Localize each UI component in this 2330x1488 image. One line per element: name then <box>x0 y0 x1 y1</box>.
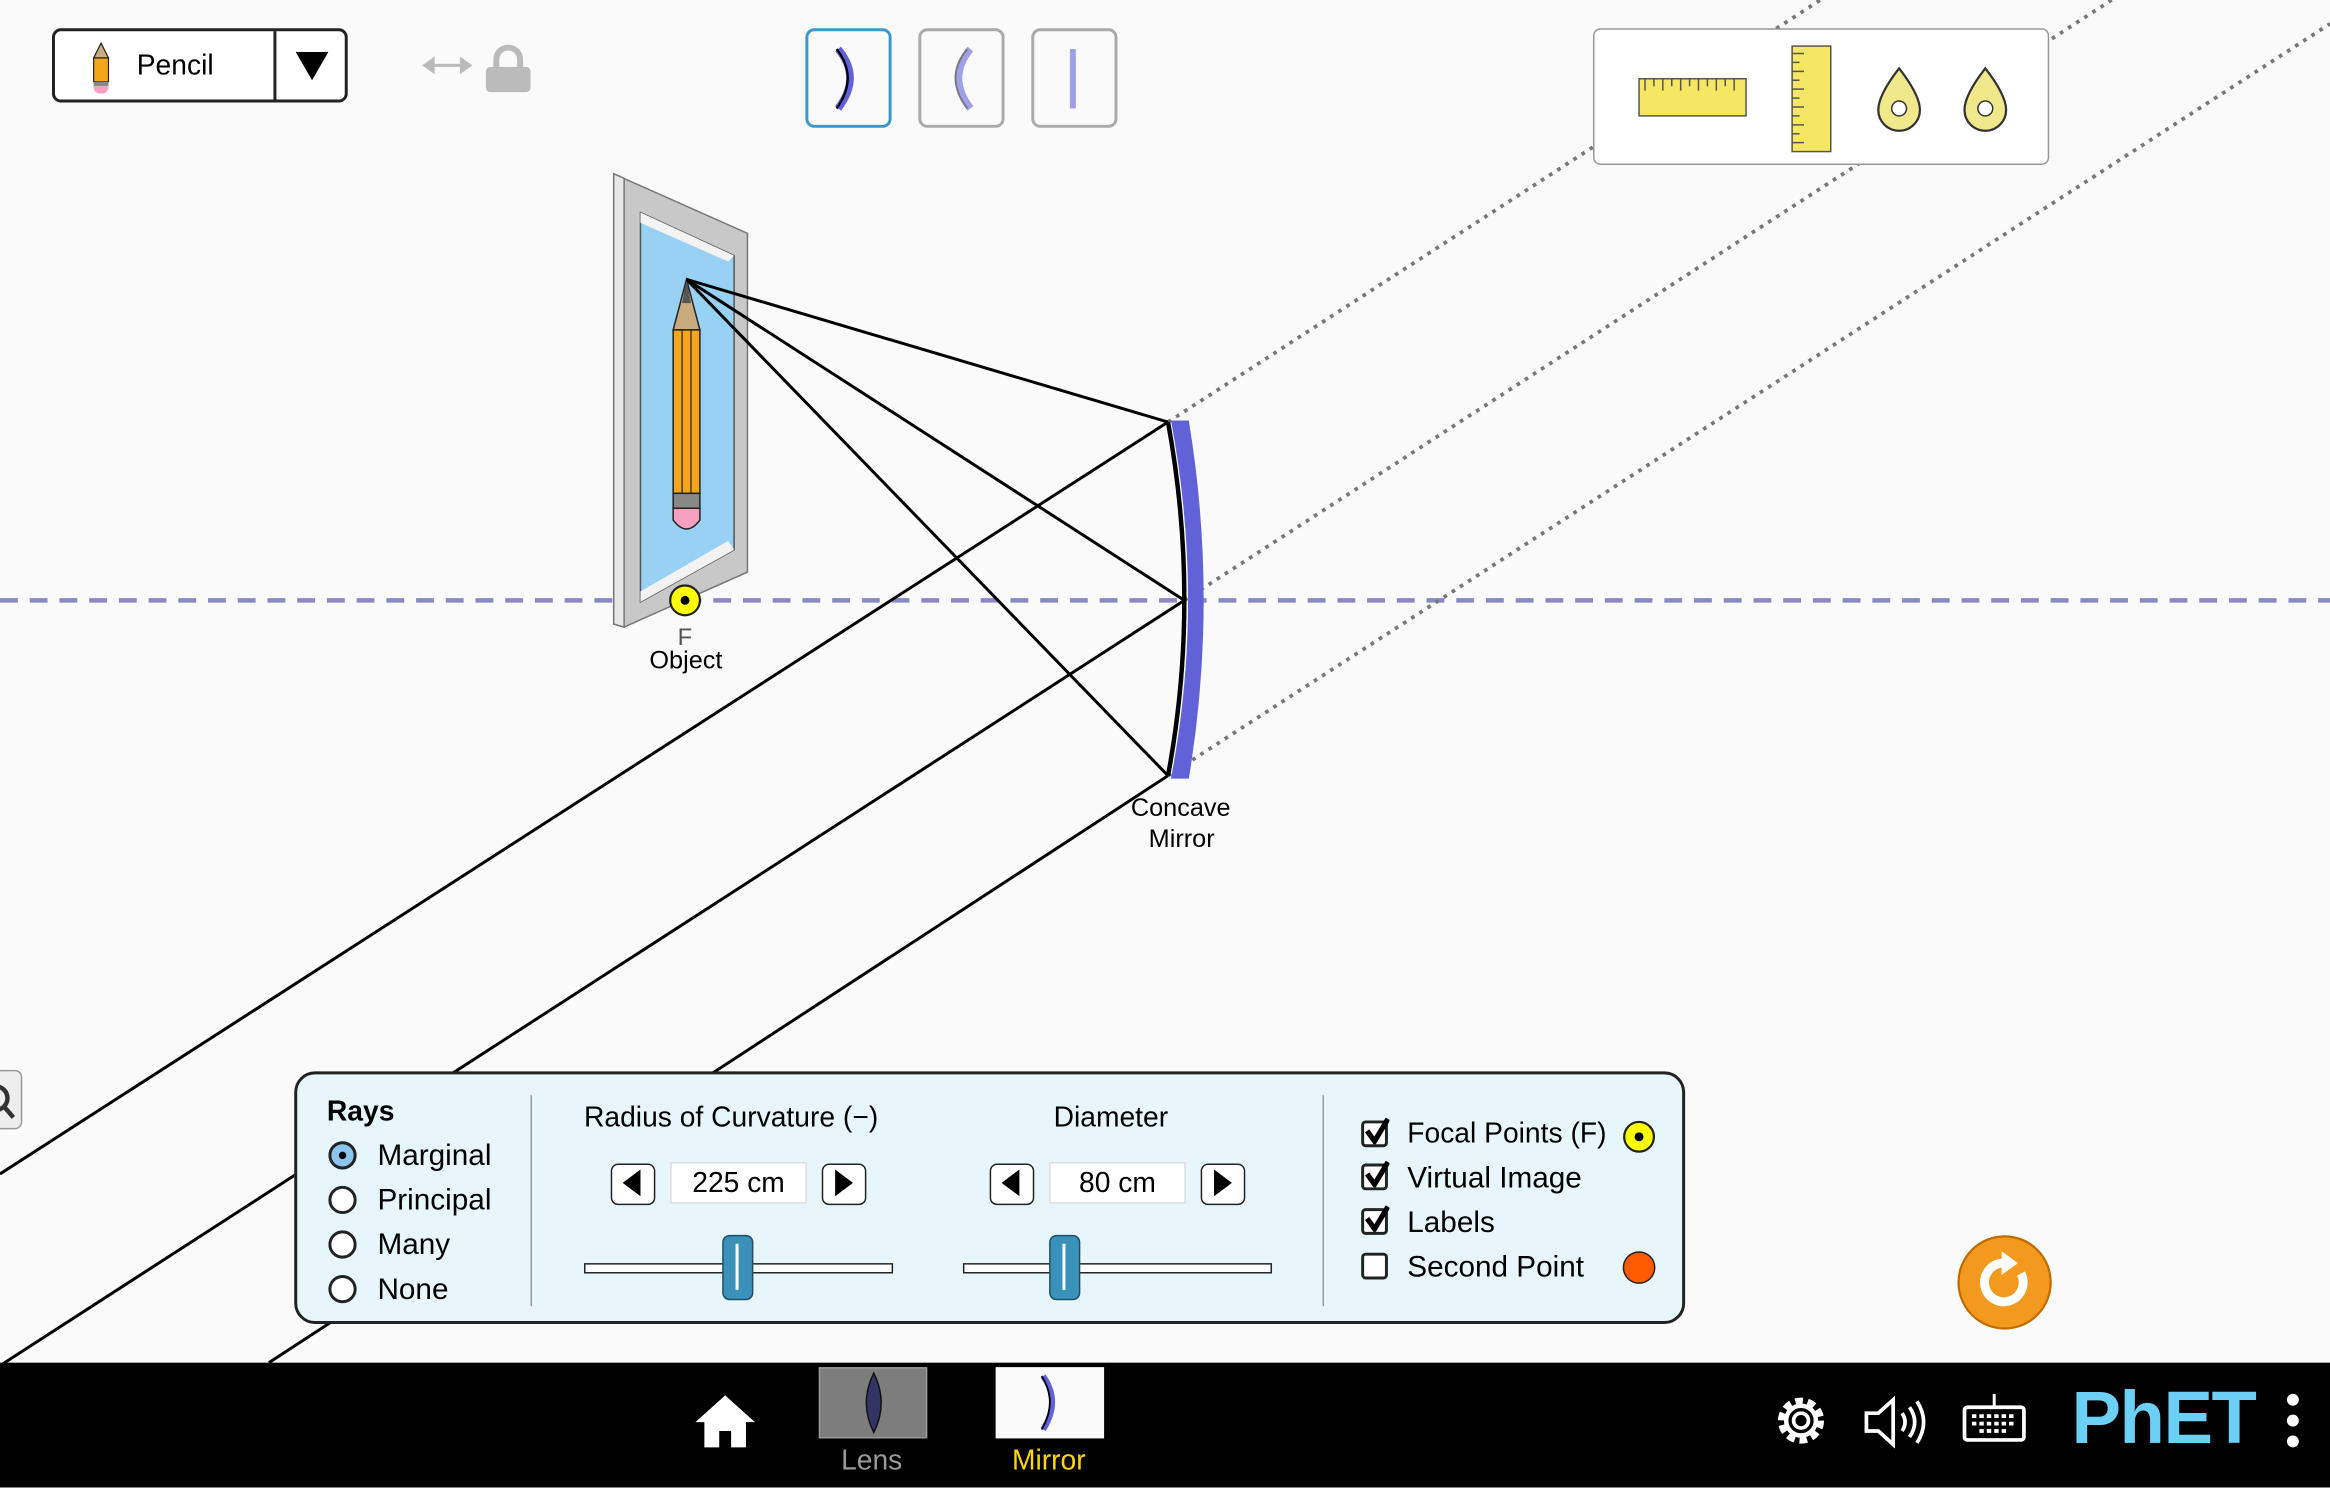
reset-button[interactable] <box>1956 1233 2054 1331</box>
diameter-slider-track[interactable] <box>962 1263 1273 1274</box>
chevron-down-icon[interactable] <box>295 52 329 82</box>
radius-decrement-button[interactable] <box>610 1163 656 1206</box>
navigation-bar: Lens Mirror PhET <box>0 1362 2330 1488</box>
flat-mirror-icon <box>1069 49 1076 109</box>
horizontal-ruler-icon[interactable] <box>1638 78 1747 117</box>
settings-icon[interactable] <box>1771 1391 1830 1450</box>
concave-mirror-icon <box>835 46 854 111</box>
horizontal-arrow-icon[interactable] <box>422 56 473 75</box>
pencil-icon <box>92 41 110 94</box>
toolbox <box>1592 28 2050 165</box>
control-panel: Rays Marginal Principal Many None Radius… <box>294 1071 1686 1325</box>
diameter-slider-thumb[interactable] <box>1049 1234 1081 1301</box>
pencil-object[interactable] <box>672 276 701 530</box>
keyboard-icon[interactable] <box>1962 1389 2027 1448</box>
lens-screen-label[interactable]: Lens <box>841 1446 902 1479</box>
mirror-screen-label[interactable]: Mirror <box>1012 1446 1086 1479</box>
lens-screen-button[interactable] <box>818 1367 928 1439</box>
mirror-icon <box>1040 1374 1056 1432</box>
convex-mirror-button[interactable] <box>918 28 1005 128</box>
diameter-increment-button[interactable] <box>1200 1163 1246 1206</box>
diameter-title: Diameter <box>1053 1102 1169 1134</box>
convex-mirror-icon <box>954 46 974 111</box>
focal-point-icon <box>1623 1120 1656 1153</box>
vertical-ruler-icon[interactable] <box>1791 45 1832 153</box>
divider <box>1322 1095 1325 1307</box>
diameter-decrement-button[interactable] <box>989 1163 1035 1206</box>
divider <box>530 1095 532 1307</box>
object-label: Object <box>649 646 723 675</box>
flat-mirror-button[interactable] <box>1031 28 1118 128</box>
radius-value: 225 cm <box>670 1162 807 1204</box>
magnifier-icon <box>0 1084 16 1119</box>
radius-slider-thumb[interactable] <box>722 1234 754 1301</box>
intensity-probe-icon[interactable] <box>1877 66 1922 132</box>
magnifier-button[interactable] <box>0 1069 23 1130</box>
home-icon[interactable] <box>692 1392 757 1451</box>
radius-increment-button[interactable] <box>821 1163 867 1206</box>
rays-title: Rays <box>326 1096 395 1128</box>
concave-mirror-button[interactable] <box>805 28 892 128</box>
position-probe-icon[interactable] <box>1963 66 2008 132</box>
mirror-label-line2: Mirror <box>1148 824 1215 853</box>
second-point-icon <box>1622 1251 1656 1284</box>
phet-logo[interactable]: PhET <box>2071 1375 2256 1461</box>
mirror-label-line1: Concave <box>1130 793 1231 822</box>
sound-icon[interactable] <box>1862 1392 1930 1451</box>
object-selector-value: Pencil <box>136 50 214 82</box>
diameter-value: 80 cm <box>1049 1162 1186 1204</box>
object-selector[interactable]: Pencil <box>52 28 348 103</box>
focal-point-marker <box>669 584 702 617</box>
lock-icon[interactable] <box>485 44 531 93</box>
menu-icon[interactable] <box>2281 1392 2305 1454</box>
mirror-screen-button[interactable] <box>995 1367 1105 1439</box>
radius-title: Radius of Curvature (−) <box>583 1102 879 1134</box>
lens-icon <box>865 1371 882 1435</box>
